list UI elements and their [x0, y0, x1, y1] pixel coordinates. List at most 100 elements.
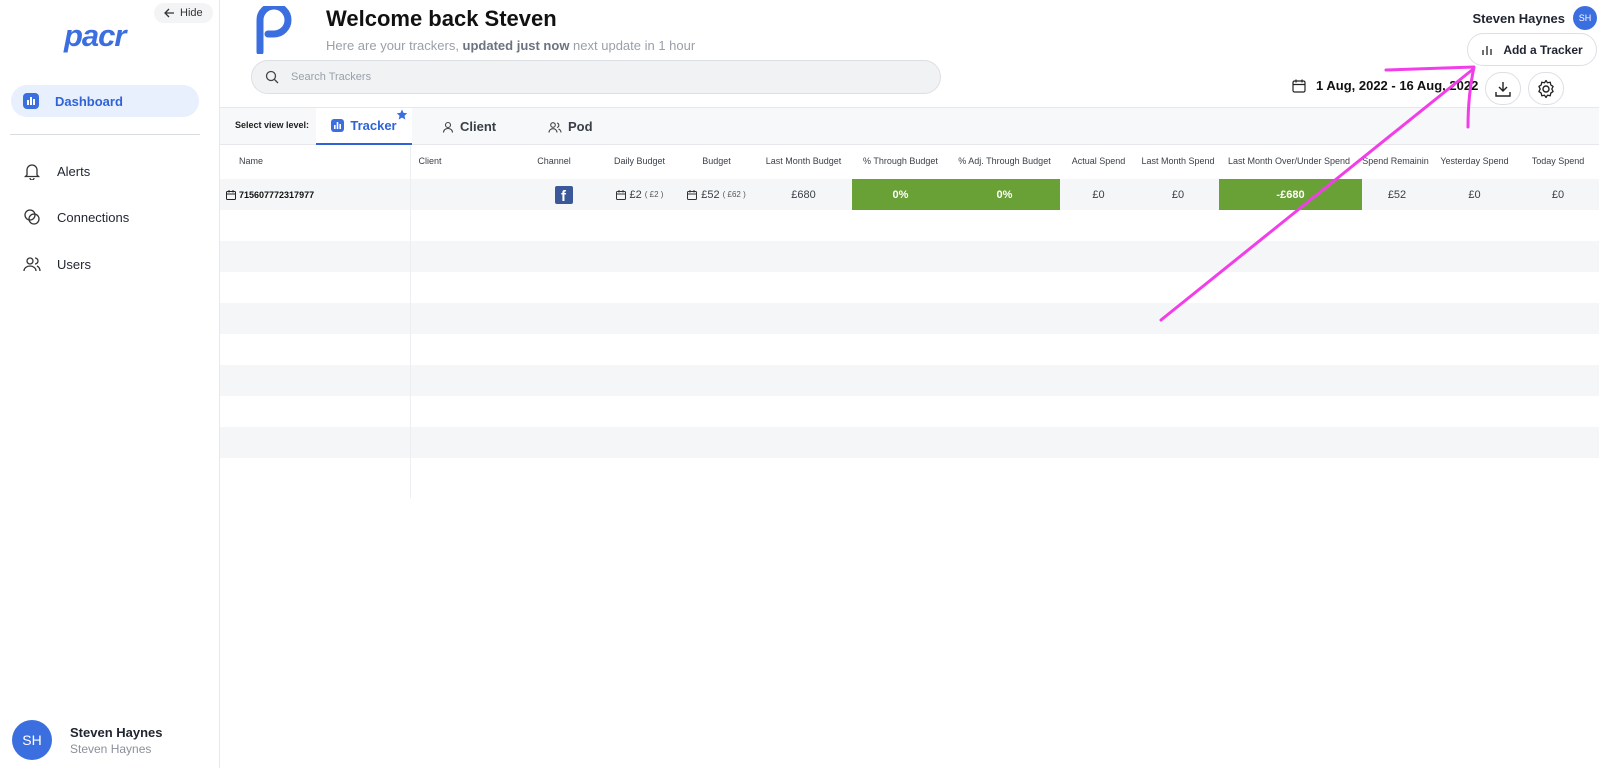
empty-row [220, 272, 1599, 303]
arrow-left-icon [164, 8, 175, 18]
column-divider [410, 146, 411, 498]
budget-sub: ( £62 ) [722, 190, 746, 199]
sidebar-item-dashboard[interactable]: Dashboard [11, 85, 199, 117]
view-level-label: Select view level: [235, 120, 310, 130]
user-subtitle: Steven Haynes [70, 741, 152, 756]
last-month-over-under-cell: -£680 [1219, 179, 1362, 210]
budget-cell: £52( £62 ) [678, 179, 755, 210]
column-header-name[interactable]: Name [220, 156, 282, 166]
client-cell [410, 179, 526, 210]
column-header-last-month-spend[interactable]: Last Month Spend [1137, 156, 1219, 166]
column-header-client[interactable]: Client [410, 156, 450, 166]
subtitle-text: Here are your trackers, [326, 38, 463, 53]
sidebar-user[interactable]: SH Steven Haynes Steven Haynes [12, 720, 163, 760]
brand-p-logo [256, 2, 294, 59]
download-icon [1494, 80, 1512, 98]
daily-budget-cell: £2( £2 ) [601, 179, 678, 210]
tab-label: Tracker [350, 118, 397, 133]
column-header-budget[interactable]: Budget [678, 156, 755, 166]
page-title: Welcome back Steven [326, 6, 557, 31]
download-button[interactable] [1485, 72, 1521, 105]
empty-row [220, 427, 1599, 458]
channel-cell: f [526, 179, 601, 210]
users-icon [548, 121, 562, 133]
column-header-actual-spend[interactable]: Actual Spend [1060, 156, 1137, 166]
sidebar-item-label: Connections [57, 209, 130, 225]
daily-budget-value: £2 [629, 188, 642, 201]
empty-row [220, 334, 1599, 365]
column-header-through-budget[interactable]: % Through Budget [852, 156, 949, 166]
user-name: Steven Haynes [70, 724, 163, 740]
table-row[interactable]: 715607772317977 f £2( £2 ) £52( £62 ) £6… [220, 179, 1599, 210]
header-user-name: Steven Haynes [1472, 10, 1566, 26]
subtitle-next-update: next update in 1 hour [569, 38, 696, 53]
empty-row [220, 396, 1599, 427]
sidebar-item-label: Dashboard [55, 93, 123, 109]
sidebar-item-label: Users [57, 256, 91, 272]
facebook-icon: f [554, 185, 573, 204]
column-header-channel[interactable]: Channel [526, 156, 582, 166]
hide-label: Hide [180, 7, 203, 19]
search-bar[interactable] [251, 60, 941, 94]
connections-icon [23, 208, 41, 226]
tab-label: Client [460, 119, 497, 134]
through-budget-cell: 0% [852, 179, 949, 210]
bell-icon [23, 162, 41, 180]
empty-row [220, 241, 1599, 272]
add-tracker-button[interactable]: Add a Tracker [1467, 33, 1597, 66]
view-level-bar: Select view level: Tracker Client Pod [220, 107, 1599, 145]
user-icon [442, 121, 454, 133]
tab-label: Pod [568, 119, 593, 134]
search-icon [265, 70, 279, 84]
column-header-yesterday-spend[interactable]: Yesterday Spend [1432, 156, 1517, 166]
hide-sidebar-button[interactable]: Hide [154, 3, 213, 23]
empty-row [220, 303, 1599, 334]
calendar-icon [687, 189, 698, 200]
header-user[interactable]: Steven Haynes SH [1472, 6, 1597, 30]
daily-budget-sub: ( £2 ) [644, 190, 664, 199]
users-icon [23, 255, 41, 273]
tracker-name[interactable]: 715607772317977 [239, 190, 314, 200]
avatar: SH [12, 720, 52, 760]
calendar-icon [226, 189, 236, 200]
tab-pod[interactable]: Pod [548, 108, 593, 145]
app-logo[interactable]: pacr [64, 18, 126, 54]
sidebar-item-alerts[interactable]: Alerts [11, 155, 199, 187]
date-range-picker[interactable]: 1 Aug, 2022 - 16 Aug, 2022 [1292, 78, 1478, 93]
gear-icon [1536, 79, 1556, 99]
date-range-text: 1 Aug, 2022 - 16 Aug, 2022 [1316, 78, 1479, 93]
sidebar-item-users[interactable]: Users [11, 248, 199, 280]
yesterday-spend-cell: £0 [1468, 188, 1481, 201]
bar-chart-icon [23, 93, 39, 109]
calendar-icon [615, 189, 626, 200]
tab-client[interactable]: Client [442, 108, 496, 145]
table-header: Name Client Channel Daily Budget Budget … [220, 146, 1599, 179]
settings-button[interactable] [1528, 72, 1564, 105]
sidebar-item-connections[interactable]: Connections [11, 201, 199, 233]
column-header-adj-through-budget[interactable]: % Adj. Through Budget [949, 156, 1060, 166]
last-month-spend-cell: £0 [1171, 188, 1185, 201]
bar-chart-icon [331, 119, 345, 132]
column-header-spend-remaining[interactable]: Spend Remainin [1359, 156, 1432, 166]
column-header-daily-budget[interactable]: Daily Budget [601, 156, 678, 166]
column-header-last-month-budget[interactable]: Last Month Budget [755, 156, 852, 166]
star-icon[interactable] [396, 109, 408, 124]
sidebar-divider [10, 134, 200, 135]
trackers-table: Name Client Channel Daily Budget Budget … [220, 146, 1599, 458]
last-month-budget-cell: £680 [791, 188, 816, 201]
tab-tracker[interactable]: Tracker [316, 108, 412, 145]
subtitle-updated: updated just now [462, 38, 570, 53]
column-header-today-spend[interactable]: Today Spend [1517, 156, 1599, 166]
adj-through-budget-cell: 0% [949, 179, 1060, 210]
main-content: Welcome back Steven Here are your tracke… [220, 0, 1599, 768]
avatar: SH [1573, 6, 1597, 30]
actual-spend-cell: £0 [1092, 188, 1105, 201]
column-header-last-month-over-under[interactable]: Last Month Over/Under Spend [1219, 156, 1359, 166]
calendar-icon [1292, 79, 1306, 93]
bar-chart-icon [1481, 44, 1493, 56]
empty-row [220, 210, 1599, 241]
page-subtitle: Here are your trackers, updated just now… [326, 38, 695, 53]
budget-value: £52 [701, 188, 720, 201]
today-spend-cell: £0 [1551, 188, 1565, 201]
search-input[interactable] [291, 71, 891, 83]
